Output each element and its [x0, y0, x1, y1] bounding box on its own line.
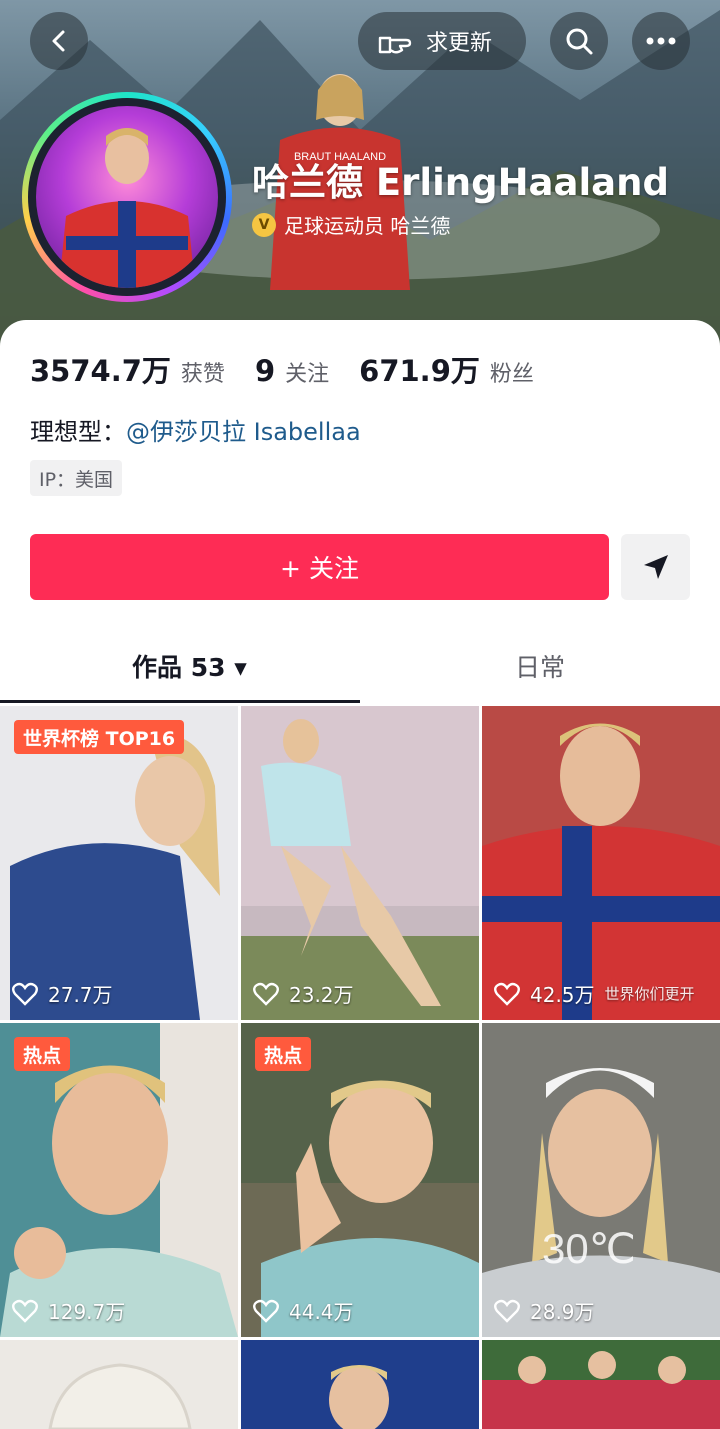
- video-thumbnail: [482, 1351, 720, 1429]
- request-update-button[interactable]: 求更新: [358, 12, 526, 70]
- content-tabs: 作品 53 ▾ 日常: [0, 620, 720, 704]
- stat-followers-value: 671.9万: [359, 354, 480, 388]
- ip-location-tag: IP：美国: [30, 460, 123, 496]
- like-count-value: 27.7万: [48, 983, 113, 1007]
- heart-icon: [494, 1299, 520, 1323]
- more-icon: [646, 37, 676, 45]
- pointing-hand-icon: [378, 36, 412, 54]
- search-icon: [566, 28, 593, 55]
- stats-row: 3574.7万 获赞 9 关注 671.9万 粉丝: [30, 348, 564, 390]
- send-icon: [643, 555, 668, 579]
- send-message-button[interactable]: [621, 534, 690, 600]
- heart-icon: [12, 982, 38, 1006]
- video-item[interactable]: 30℃ 28.9万: [482, 1023, 720, 1337]
- tab-works[interactable]: 作品 53 ▾: [132, 648, 247, 684]
- tab-daily[interactable]: 日常: [515, 648, 565, 684]
- like-count: 44.4万: [253, 1296, 354, 1325]
- verified-title: V 足球运动员 哈兰德: [252, 210, 450, 239]
- back-button[interactable]: [30, 12, 88, 70]
- stat-likes[interactable]: 3574.7万 获赞: [30, 348, 225, 390]
- like-count-value: 42.5万: [530, 983, 595, 1007]
- stat-followers-label: 粉丝: [489, 362, 534, 387]
- temperature-overlay: 30℃: [542, 1225, 636, 1272]
- verified-badge-icon: V: [252, 212, 276, 237]
- video-thumbnail: 30℃: [482, 1068, 720, 1337]
- video-item[interactable]: 热点 44.4万: [241, 1023, 479, 1337]
- active-tab-indicator: [0, 700, 360, 703]
- video-item[interactable]: [241, 1340, 479, 1429]
- like-count-value: 44.4万: [289, 1300, 354, 1324]
- like-count: 28.9万: [494, 1296, 595, 1325]
- request-update-label: 求更新: [426, 31, 493, 56]
- video-item[interactable]: 热点 129.7万: [0, 1023, 238, 1337]
- back-icon: [52, 30, 65, 52]
- bio-prefix: 理想型：: [30, 418, 126, 446]
- video-thumbnail: [241, 706, 479, 1020]
- heart-icon: [494, 982, 520, 1006]
- like-count-value: 23.2万: [289, 983, 354, 1007]
- heart-icon: [12, 1299, 38, 1323]
- verified-title-text: 足球运动员 哈兰德: [284, 214, 451, 238]
- video-thumbnail: [48, 1363, 192, 1429]
- stat-followers[interactable]: 671.9万 粉丝: [359, 348, 534, 390]
- hot-badge: 热点: [255, 1037, 312, 1071]
- like-count: 42.5万 世界你们更开: [494, 979, 695, 1008]
- search-button[interactable]: [550, 12, 608, 70]
- more-button[interactable]: [632, 12, 690, 70]
- video-overlay-text: 世界你们更开: [604, 985, 695, 1003]
- video-item[interactable]: 23.2万: [241, 706, 479, 1020]
- like-count-value: 28.9万: [530, 1300, 595, 1324]
- like-count: 27.7万: [12, 979, 113, 1008]
- video-thumbnail: [329, 1365, 389, 1429]
- profile-name: 哈兰德 ErlingHaaland: [252, 161, 669, 204]
- stat-following-label: 关注: [285, 362, 330, 387]
- stat-following-value: 9: [254, 354, 276, 388]
- hot-badge: 热点: [14, 1037, 71, 1071]
- like-count: 129.7万: [12, 1296, 125, 1325]
- video-item[interactable]: 42.5万 世界你们更开: [482, 706, 720, 1020]
- follow-button[interactable]: + 关注: [30, 534, 609, 600]
- bio-line: 理想型：@伊莎贝拉 Isabellaa: [30, 412, 361, 447]
- stat-following[interactable]: 9 关注: [255, 354, 329, 388]
- like-count: 23.2万: [253, 979, 354, 1008]
- stat-likes-value: 3574.7万: [30, 354, 171, 388]
- stat-likes-label: 获赞: [180, 362, 225, 387]
- video-item[interactable]: [0, 1340, 238, 1429]
- heart-icon: [253, 1299, 279, 1323]
- bio-mention-link[interactable]: @伊莎贝拉 Isabellaa: [126, 418, 361, 446]
- video-item[interactable]: 世界杯榜 TOP16 27.7万: [0, 706, 238, 1020]
- ranking-badge: 世界杯榜 TOP16: [14, 720, 185, 754]
- avatar-image: [58, 128, 196, 288]
- avatar[interactable]: [22, 92, 232, 302]
- video-thumbnail: [482, 723, 720, 1020]
- like-count-value: 129.7万: [48, 1300, 126, 1324]
- video-item[interactable]: [482, 1340, 720, 1429]
- heart-icon: [253, 982, 279, 1006]
- profile-banner: BRAUT HAALAND 求更新 哈兰德 ErlingHaaland V 足球…: [0, 0, 720, 360]
